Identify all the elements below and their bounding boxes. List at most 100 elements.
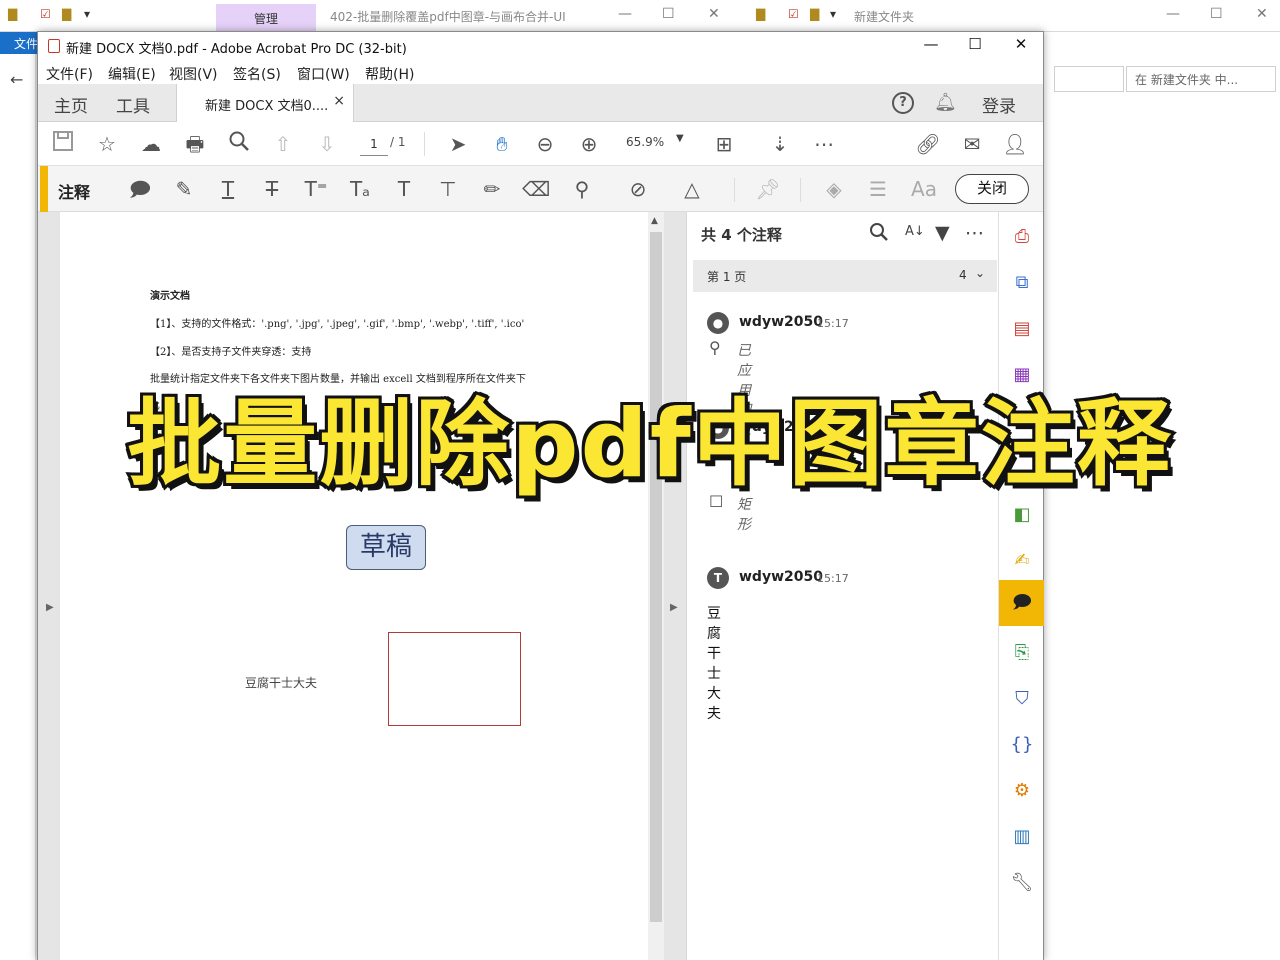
close-button[interactable]: ✕ (998, 35, 1044, 57)
search-icon[interactable] (869, 222, 889, 247)
zoom-in-icon[interactable]: ⊕ (575, 130, 603, 158)
page-number-input[interactable]: 1 (360, 132, 388, 156)
draft-stamp-annotation[interactable]: 草稿 (346, 525, 426, 570)
pencil-icon[interactable]: ✏︎ (478, 175, 506, 203)
minimize-icon[interactable]: — (618, 6, 632, 22)
scrollbar-thumb[interactable] (650, 232, 662, 922)
star-icon[interactable]: ☆ (93, 130, 121, 158)
font-properties-icon[interactable]: Aa (906, 175, 942, 203)
protect-shield-icon[interactable]: ⛉ (1009, 686, 1035, 712)
tab-home[interactable]: 主页 (54, 92, 88, 117)
back-arrow-icon[interactable]: ← (10, 70, 23, 89)
add-text-icon[interactable]: T (390, 175, 418, 203)
javascript-icon[interactable]: {} (1009, 732, 1035, 758)
select-cursor-icon[interactable]: ➤ (444, 130, 472, 158)
bell-icon[interactable]: 🔔︎ (934, 92, 957, 113)
menu-sign[interactable]: 签名(S) (233, 64, 281, 84)
page-group-header[interactable]: 第 1 页 4 ⌄ (693, 260, 997, 292)
menu-window[interactable]: 窗口(W) (297, 64, 350, 84)
zoom-level[interactable]: 65.9% (626, 135, 664, 149)
save-icon[interactable] (49, 130, 77, 158)
add-user-icon[interactable]: 👤︎ (1001, 130, 1029, 158)
email-icon[interactable]: ✉ (958, 130, 986, 158)
close-icon[interactable]: ✕ (708, 6, 720, 22)
search-input[interactable]: 在 新建文件夹 中... (1126, 66, 1276, 92)
replace-text-icon[interactable]: T⁼ (302, 175, 330, 203)
address-bar-controls[interactable] (1054, 66, 1124, 92)
comment-author: wdyw2050 (739, 419, 823, 435)
tab-tools[interactable]: 工具 (116, 92, 150, 117)
compare-files-icon[interactable]: ◧ (1009, 502, 1035, 528)
document-tab-label: 新建 DOCX 文档0.... (205, 99, 329, 114)
maximize-icon[interactable]: ☐ (1210, 6, 1223, 22)
ribbon-tab-file[interactable]: 文件 (0, 32, 40, 54)
dropdown-icon[interactable]: ▾ (84, 7, 90, 21)
text-box-icon[interactable]: ⊤ (434, 175, 462, 203)
chevron-down-icon[interactable]: ⌄ (975, 266, 985, 280)
export-pdf-icon[interactable]: ▦ (1009, 362, 1035, 388)
comment-time: 15:17 (817, 572, 849, 585)
scroll-up-icon[interactable]: ▲ (651, 216, 658, 226)
dropdown-icon[interactable]: ▾ (830, 7, 836, 21)
expand-right-panel-icon[interactable]: ▶ (670, 602, 678, 613)
comment-icon[interactable]: 🗩︎ (1009, 590, 1035, 616)
highlighter-icon[interactable]: ✎ (170, 175, 198, 203)
rich-media-icon[interactable]: ▥ (1009, 824, 1035, 850)
close-comment-button[interactable]: 关闭 (955, 174, 1029, 204)
close-tab-icon[interactable]: × (333, 93, 345, 109)
chevron-down-icon[interactable]: ▼ (676, 133, 684, 144)
rectangle-annotation[interactable] (388, 632, 521, 726)
pin-icon[interactable]: 📌︎ (754, 175, 782, 203)
next-page-icon[interactable]: ⇩ (313, 130, 341, 158)
prev-page-icon[interactable]: ⇧ (269, 130, 297, 158)
fill-sign-icon[interactable]: ✍ (1009, 548, 1035, 574)
menu-help[interactable]: 帮助(H) (365, 64, 414, 84)
sticky-note-icon[interactable]: 🗩︎ (126, 175, 154, 203)
combine-files-icon[interactable]: ⧉ (1009, 270, 1035, 296)
insert-text-icon[interactable]: Tₐ (346, 175, 374, 203)
strikethrough-text-icon[interactable]: T (258, 175, 286, 203)
scroll-mode-icon[interactable]: ⇣ (766, 130, 794, 158)
underline-text-icon[interactable]: T (214, 175, 242, 203)
action-wizard-icon[interactable]: ⚙ (1009, 778, 1035, 804)
eraser-icon[interactable]: ⌫ (522, 175, 550, 203)
cloud-upload-icon[interactable]: ☁ (137, 130, 165, 158)
shapes-icon[interactable]: △ (678, 175, 706, 203)
menu-view[interactable]: 视图(V) (169, 64, 218, 84)
organize-pages-icon[interactable]: ▤ (1009, 316, 1035, 342)
line-weight-icon[interactable]: ☰ (864, 175, 892, 203)
login-button[interactable]: 登录 (982, 92, 1016, 117)
filter-icon[interactable]: ▼ (935, 222, 950, 244)
close-icon[interactable]: ✕ (1256, 6, 1268, 22)
stamp-icon[interactable]: ⚲ (568, 175, 596, 203)
expand-left-panel-icon[interactable]: ▶ (46, 602, 54, 613)
ribbon-tab-manage[interactable]: 管理 (216, 4, 316, 32)
avatar: ● (707, 417, 729, 439)
minimize-button[interactable]: — (908, 35, 954, 57)
search-icon[interactable] (225, 130, 253, 158)
comments-panel: 共 4 个注释 A↓ ▼ ⋯ 第 1 页 4 ⌄ ● wdyw2050 15:1… (686, 212, 998, 960)
maximize-icon[interactable]: ☐ (662, 6, 675, 22)
menu-file[interactable]: 文件(F) (46, 64, 93, 84)
vertical-scrollbar[interactable]: ▲ (648, 212, 664, 960)
more-icon[interactable]: ⋯ (965, 222, 984, 244)
more-tools-icon[interactable]: 🔧︎ (1009, 870, 1035, 896)
menu-edit[interactable]: 编辑(E) (108, 64, 156, 84)
help-icon[interactable]: ? (892, 92, 914, 114)
share-link-icon[interactable]: 🔗︎ (914, 130, 942, 158)
more-icon[interactable]: ⋯ (810, 130, 838, 158)
hand-tool-icon[interactable]: ✋︎ (488, 130, 516, 158)
maximize-button[interactable]: ☐ (952, 35, 998, 57)
scan-ocr-icon[interactable]: ⎘ (1009, 640, 1035, 666)
sort-az-icon[interactable]: A↓ (905, 224, 925, 239)
print-icon[interactable]: 🖶︎ (181, 130, 209, 158)
zoom-out-icon[interactable]: ⊖ (531, 130, 559, 158)
fill-color-icon[interactable]: ◈ (820, 175, 848, 203)
acrobat-window: 新建 DOCX 文档0.pdf - Adobe Acrobat Pro DC (… (37, 31, 1044, 960)
toolbar-divider (800, 178, 801, 202)
page-fit-icon[interactable]: ⊞ (710, 130, 738, 158)
attach-icon[interactable]: ⊘ (624, 175, 652, 203)
minimize-icon[interactable]: — (1166, 6, 1180, 22)
tab-document[interactable]: 新建 DOCX 文档0.... × (176, 84, 354, 122)
create-pdf-icon[interactable]: ⎙ (1009, 224, 1035, 250)
